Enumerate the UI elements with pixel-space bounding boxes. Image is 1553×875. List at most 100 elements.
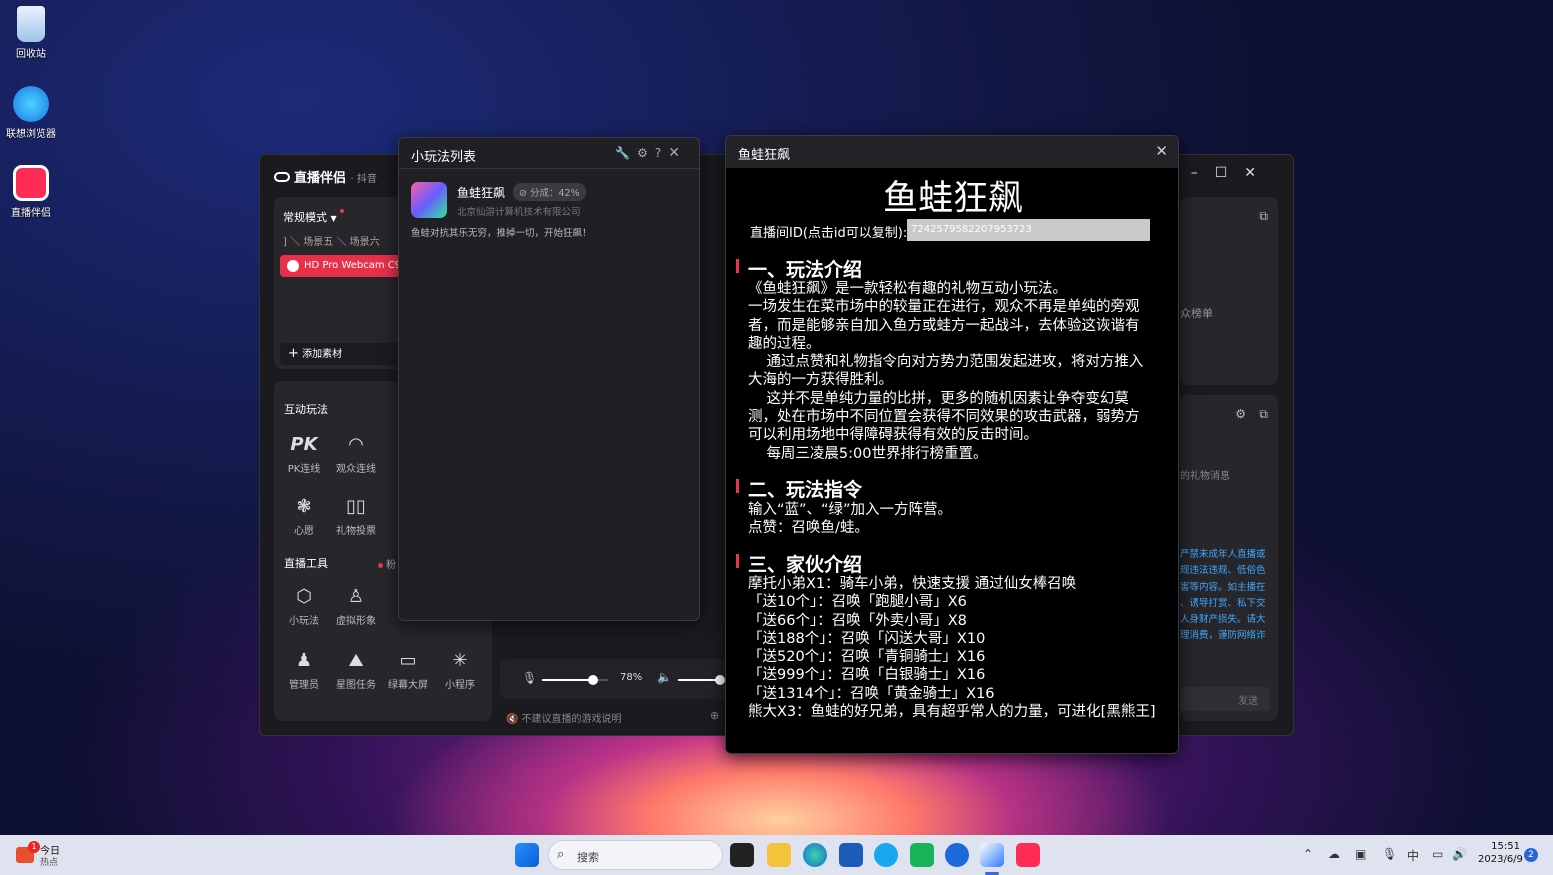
check-circle-icon: ⊘ bbox=[519, 188, 527, 199]
share-badge: ⊘ 分成：42% bbox=[513, 183, 586, 201]
interactive-title: 互动玩法 bbox=[284, 403, 328, 416]
avatar-icon: ♙ bbox=[347, 586, 365, 607]
game-notice-link[interactable]: 🔇 不建议直播的游戏说明 bbox=[506, 710, 621, 725]
source-item-webcam[interactable]: HD Pro Webcam C9 bbox=[280, 255, 404, 277]
window-title: 鱼蛙狂飙 bbox=[738, 148, 791, 163]
popout-icon[interactable]: ⧉ bbox=[1259, 209, 1268, 224]
search-placeholder: 搜索 bbox=[577, 851, 599, 864]
green-screen-icon: ▭ bbox=[399, 650, 417, 671]
camera-icon bbox=[287, 260, 299, 272]
tool-admin[interactable]: ♟ 管理员 bbox=[278, 649, 330, 691]
clock-date: 2023/6/9 bbox=[1478, 854, 1523, 865]
desktop-icon-browser[interactable]: 联想浏览器 bbox=[5, 86, 57, 140]
app-tray-icon[interactable]: ▣ bbox=[1355, 847, 1366, 861]
tool-audience-link[interactable]: ◠ 观众连线 bbox=[330, 433, 382, 475]
add-material-button[interactable]: + 添加素材 bbox=[280, 343, 404, 365]
plus-icon: + bbox=[288, 346, 299, 361]
tool-star-task[interactable]: ⛰ 星图任务 bbox=[330, 649, 382, 691]
file-explorer-icon[interactable] bbox=[767, 843, 791, 867]
tool-mini-game[interactable]: ⬡ 小玩法 bbox=[278, 585, 330, 627]
pk-icon: PK bbox=[290, 434, 318, 455]
game-list-item[interactable]: 鱼蛙狂飙 ⊘ 分成：42% 北京仙游计算机技术有限公司 鱼蛙对抗其乐无穷，推掉一… bbox=[399, 174, 699, 244]
section-heading: 三、家伙介绍 bbox=[735, 550, 862, 577]
ime-indicator[interactable]: 中 bbox=[1407, 847, 1419, 864]
tool-mini-program[interactable]: ✳ 小程序 bbox=[434, 649, 486, 691]
start-button[interactable] bbox=[515, 843, 539, 867]
game-detail-window: 鱼蛙狂飙 ✕ 鱼蛙狂飙 直播间ID(点击id可以复制): 72425795822… bbox=[725, 135, 1179, 754]
section-heading: 一、玩法介绍 bbox=[735, 255, 862, 282]
live-companion-icon bbox=[13, 165, 49, 201]
microphone-tray-icon[interactable]: 🎙 bbox=[1382, 847, 1397, 861]
tool-pk[interactable]: PK PK连线 bbox=[278, 433, 330, 475]
download-app-icon[interactable] bbox=[980, 843, 1004, 867]
scene-tab[interactable]: ] bbox=[283, 237, 287, 248]
section-characters-text: 摩托小弟X1：骑车小弟，快速支援 通过仙女棒召唤 「送10个」：召唤「跑腿小哥」… bbox=[748, 576, 1156, 721]
tool-gift-vote[interactable]: ▯▯ 礼物投票 bbox=[330, 495, 382, 537]
room-id-value[interactable]: 7242579582207953723 bbox=[907, 219, 1150, 241]
divider bbox=[399, 168, 699, 169]
tool-wish[interactable]: ❃ 心愿 bbox=[278, 495, 330, 537]
zoom-icon[interactable]: ⊕ bbox=[710, 709, 719, 722]
volume-bar: 🎙 78% 🔈 bbox=[500, 659, 730, 699]
chat-input[interactable]: 发送 bbox=[1180, 687, 1270, 711]
settings-icon[interactable]: ⚙ bbox=[1235, 407, 1246, 421]
mic-volume-handle[interactable] bbox=[588, 675, 599, 685]
room-id-label: 直播间ID(点击id可以复制): bbox=[750, 226, 908, 241]
mini-game-icon: ⬡ bbox=[296, 586, 312, 607]
clock-time: 15:51 bbox=[1491, 841, 1520, 852]
clock[interactable]: 15:51 2023/6/9 bbox=[1478, 841, 1523, 865]
close-icon[interactable]: ✕ bbox=[1244, 165, 1273, 181]
scene-tab[interactable]: 场景六 bbox=[350, 237, 380, 248]
wish-icon: ❃ bbox=[296, 496, 312, 517]
gift-vote-icon: ▯▯ bbox=[346, 496, 366, 517]
chevron-down-icon: ▼ bbox=[330, 214, 337, 223]
speaker-volume-slider[interactable] bbox=[678, 675, 725, 685]
network-icon[interactable]: ▭ bbox=[1432, 847, 1443, 861]
mic-volume-value: 78% bbox=[620, 672, 643, 683]
maximize-icon[interactable]: ☐ bbox=[1215, 165, 1245, 181]
news-widget[interactable]: 1 今日 热点 bbox=[14, 841, 64, 869]
lenovo-browser-icon[interactable] bbox=[874, 843, 898, 867]
chat-app-icon[interactable] bbox=[910, 843, 934, 867]
search-box[interactable]: ⌕ 搜索 bbox=[548, 840, 723, 870]
section-heading: 二、玩法指令 bbox=[735, 475, 862, 502]
speaker-volume-handle[interactable] bbox=[714, 675, 725, 685]
audience-link-icon: ◠ bbox=[348, 434, 364, 455]
mini-game-list-window: 小玩法列表 🔧⚙?✕ 鱼蛙狂飙 ⊘ 分成：42% 北京仙游计算机技术有限公司 鱼… bbox=[398, 137, 700, 621]
game-big-title: 鱼蛙狂飙 bbox=[882, 179, 1023, 219]
edge-icon[interactable] bbox=[803, 843, 827, 867]
store-icon[interactable] bbox=[839, 843, 863, 867]
desktop-icon-recycle-bin[interactable]: 回收站 bbox=[5, 6, 57, 60]
star-task-icon: ⛰ bbox=[348, 650, 364, 671]
scene-panel: 常规模式 ▼ ] ＼ 场景五 ＼ 场景六 HD Pro Webcam C9 + … bbox=[274, 197, 404, 369]
app-title: 直播伴侣 · 抖音 bbox=[274, 167, 377, 186]
game-name: 鱼蛙狂飙 bbox=[457, 186, 506, 200]
volume-icon[interactable]: 🔊 bbox=[1452, 847, 1467, 861]
game-company: 北京仙游计算机技术有限公司 bbox=[457, 207, 581, 218]
speaker-icon[interactable]: 🔈 bbox=[657, 670, 672, 684]
popout-icon[interactable]: ⧉ bbox=[1259, 407, 1268, 422]
scene-tab[interactable]: 场景五 bbox=[303, 237, 333, 248]
tool-avatar[interactable]: ♙ 虚拟形象 bbox=[330, 585, 382, 627]
tool-green-screen[interactable]: ▭ 绿幕大屏 bbox=[382, 649, 434, 691]
browser-icon bbox=[13, 86, 49, 122]
lenovo-app-icon[interactable] bbox=[945, 843, 969, 867]
close-icon[interactable]: ✕ bbox=[668, 145, 687, 161]
wrench-icon[interactable]: 🔧 bbox=[615, 146, 637, 160]
news-subtitle: 热点 bbox=[40, 858, 59, 868]
help-icon[interactable]: ? bbox=[655, 146, 668, 160]
chevron-up-icon[interactable]: ⌃ bbox=[1303, 847, 1313, 861]
platform-label: · 抖音 bbox=[350, 174, 377, 185]
send-button[interactable]: 发送 bbox=[1238, 692, 1258, 707]
mic-volume-slider[interactable] bbox=[542, 675, 608, 685]
task-view-icon[interactable] bbox=[730, 843, 754, 867]
minimize-icon[interactable]: – bbox=[1191, 165, 1215, 181]
microphone-icon[interactable]: 🎙 bbox=[522, 671, 537, 685]
notification-badge[interactable]: 2 bbox=[1524, 848, 1538, 862]
cloud-icon[interactable]: ☁ bbox=[1328, 847, 1340, 861]
live-companion-taskbar-icon[interactable] bbox=[1016, 843, 1040, 867]
settings-icon[interactable]: ⚙ bbox=[637, 146, 655, 160]
desktop-icon-live-companion[interactable]: 直播伴侣 bbox=[5, 165, 57, 219]
close-icon[interactable]: ✕ bbox=[1155, 142, 1168, 160]
mode-selector[interactable]: 常规模式 ▼ bbox=[283, 209, 345, 225]
